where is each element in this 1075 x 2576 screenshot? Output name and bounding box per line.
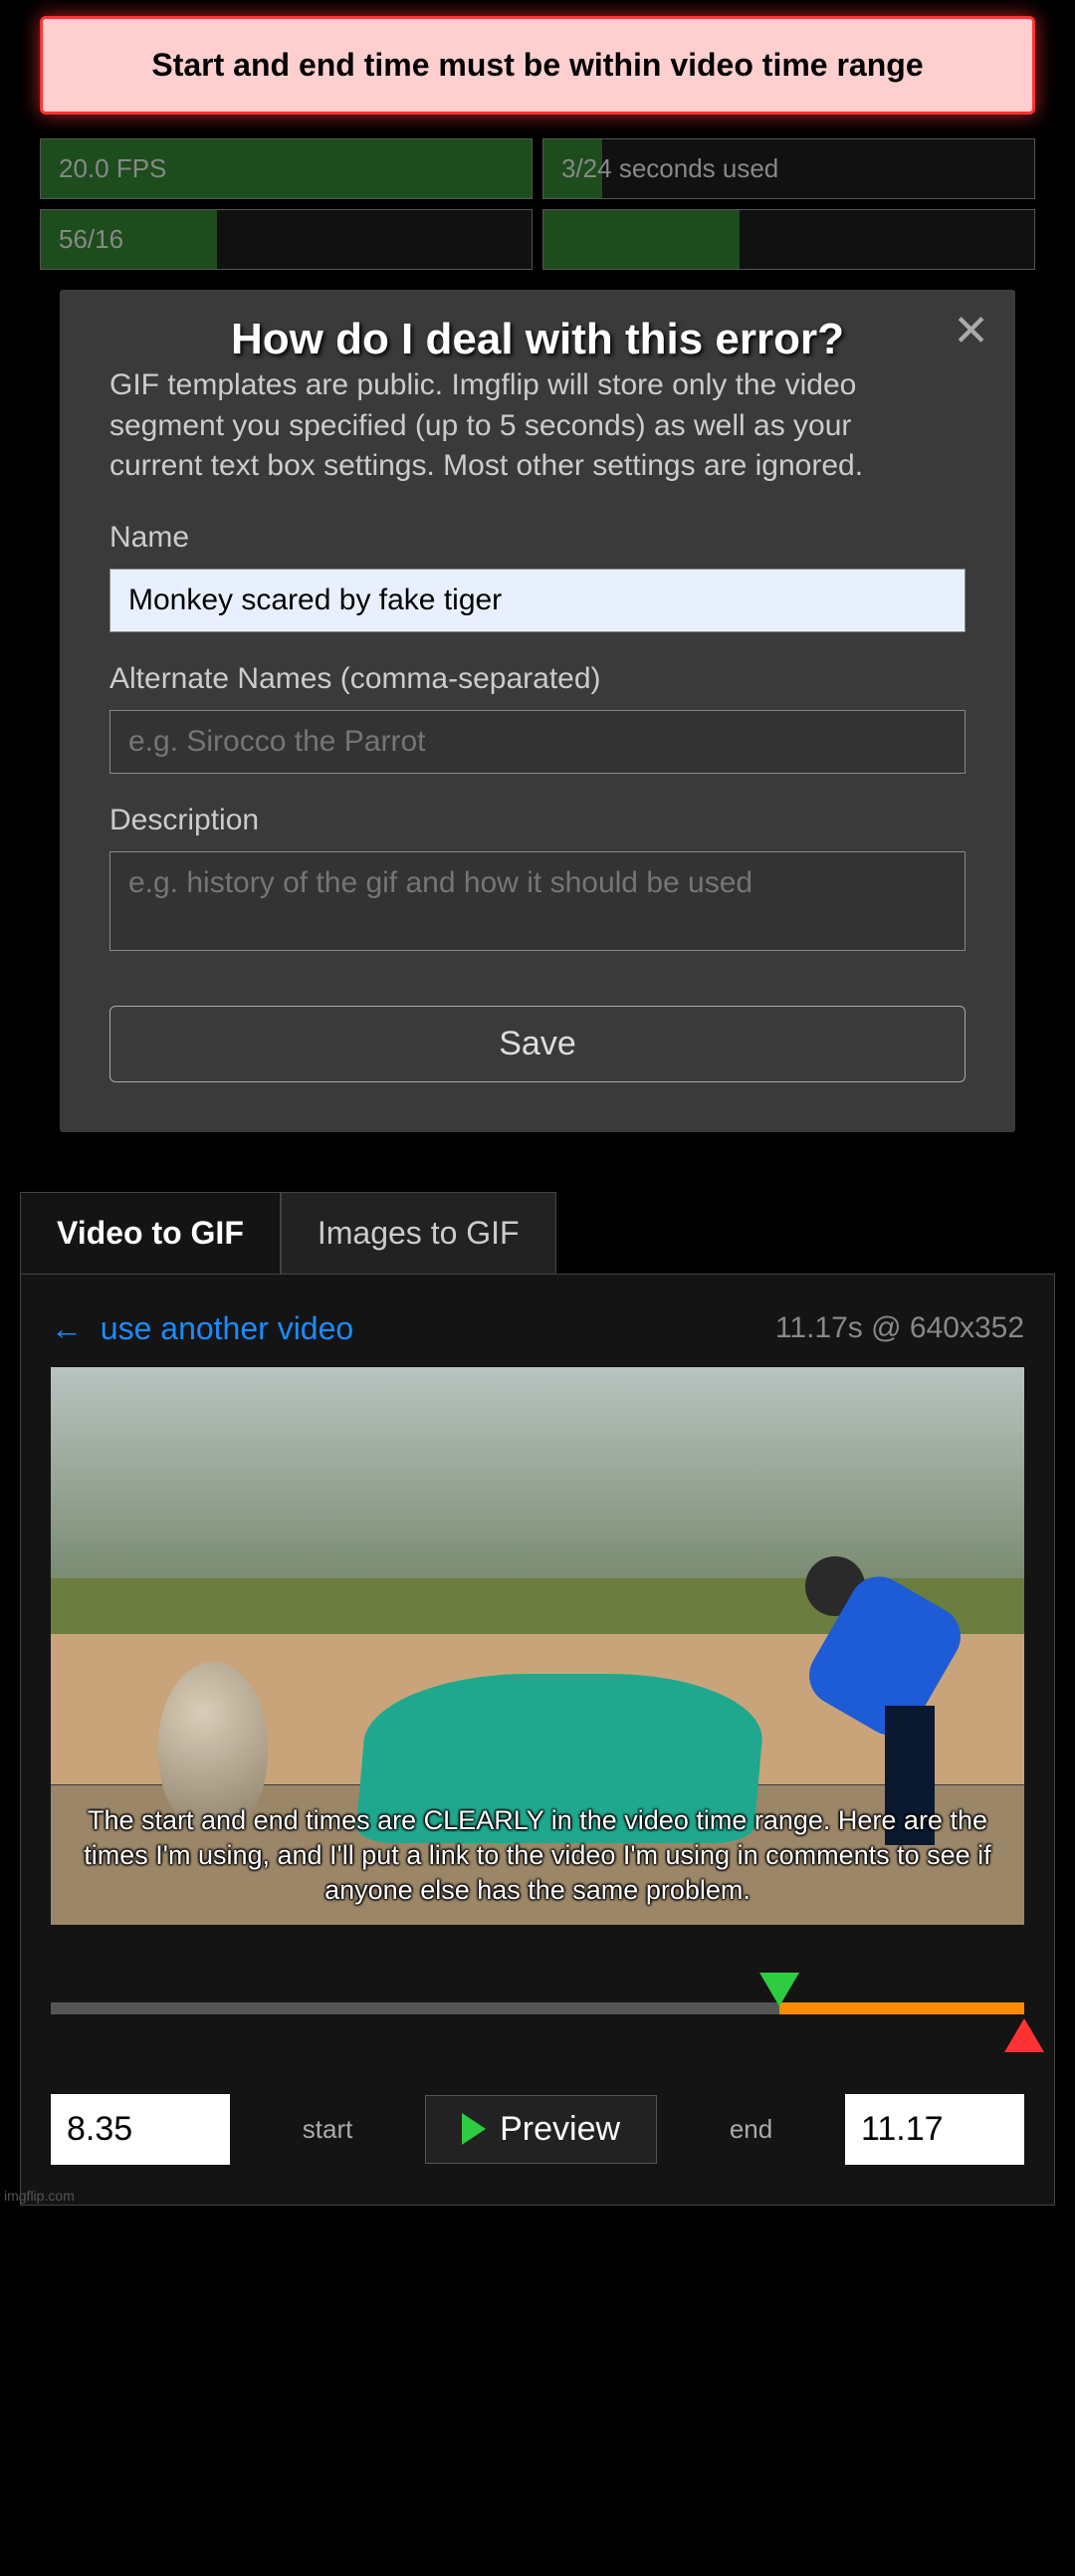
alt-names-input[interactable]	[109, 710, 966, 774]
close-icon[interactable]: ✕	[953, 310, 989, 353]
save-button[interactable]: Save	[109, 1006, 966, 1082]
timeline[interactable]	[51, 1975, 1024, 2034]
seconds-stat: 3/24 seconds used	[542, 138, 1035, 199]
alt-names-label: Alternate Names (comma-separated)	[109, 662, 966, 696]
video-caption-text: The start and end times are CLEARLY in t…	[51, 1803, 1024, 1908]
save-template-modal: ✕ GIF templates are public. Imgflip will…	[60, 290, 1015, 1132]
tab-video-to-gif[interactable]: Video to GIF	[20, 1192, 281, 1274]
start-label: start	[303, 2114, 353, 2145]
other-stat	[542, 209, 1035, 270]
description-label: Description	[109, 804, 966, 837]
end-label: end	[730, 2114, 772, 2145]
use-another-video-link[interactable]: ← use another video	[51, 1310, 353, 1347]
person-figure	[805, 1556, 1004, 1835]
end-marker[interactable]	[1004, 2018, 1044, 2052]
tab-images-to-gif[interactable]: Images to GIF	[281, 1192, 556, 1274]
editor-panel: ← use another video 11.17s @ 640x352 The…	[20, 1274, 1055, 2206]
arrow-left-icon: ←	[51, 1310, 83, 1346]
end-time-input[interactable]	[845, 2094, 1024, 2165]
preview-button[interactable]: Preview	[425, 2095, 657, 2164]
video-meta: 11.17s @ 640x352	[775, 1311, 1024, 1345]
frames-stat: 56/16	[40, 209, 533, 270]
start-marker[interactable]	[759, 1973, 799, 2006]
name-label: Name	[109, 521, 966, 555]
error-message: Start and end time must be within video …	[40, 16, 1035, 115]
timeline-selection	[779, 2002, 1024, 2014]
name-input[interactable]	[109, 569, 966, 632]
tabs: Video to GIF Images to GIF	[20, 1192, 1055, 1274]
play-icon	[462, 2113, 486, 2145]
description-input[interactable]	[109, 851, 966, 951]
video-preview[interactable]: The start and end times are CLEARLY in t…	[51, 1367, 1024, 1925]
watermark: imgflip.com	[4, 2188, 75, 2204]
fps-stat: 20.0 FPS	[40, 138, 533, 199]
stats-grid: 20.0 FPS 3/24 seconds used 56/16	[0, 138, 1075, 270]
controls-row: start Preview end	[51, 2094, 1024, 2165]
start-time-input[interactable]	[51, 2094, 230, 2165]
modal-info-text: GIF templates are public. Imgflip will s…	[109, 365, 866, 487]
